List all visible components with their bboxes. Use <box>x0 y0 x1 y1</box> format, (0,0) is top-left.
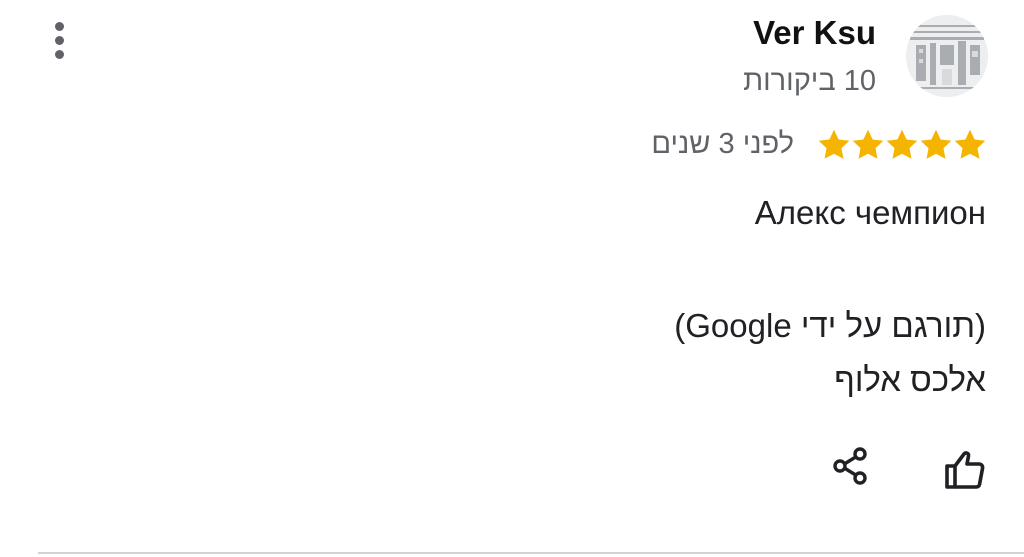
more-vert-icon <box>55 22 64 31</box>
more-options-button[interactable] <box>44 18 76 62</box>
author-name[interactable]: Ver Ksu <box>753 14 876 52</box>
star-icon <box>816 127 852 163</box>
review-time: לפני 3 שנים <box>651 128 794 160</box>
star-icon <box>952 127 988 163</box>
review-card: Ver Ksu 10 ביקורות לפני 3 שנים Алекс чем… <box>0 0 1024 557</box>
star-icon <box>850 127 886 163</box>
more-vert-icon-dot <box>55 36 64 45</box>
thumbs-up-icon <box>945 451 985 489</box>
avatar-image <box>906 15 988 97</box>
star-icon <box>918 127 954 163</box>
rating-stars <box>816 127 988 167</box>
avatar[interactable] <box>906 15 988 97</box>
author-review-count[interactable]: 10 ביקורות <box>743 65 876 98</box>
star-icon <box>884 127 920 163</box>
share-button[interactable] <box>829 444 873 488</box>
translation-note[interactable]: (תורגם על ידי Google) <box>674 307 986 345</box>
translated-text: אלכס אלוף <box>834 361 986 398</box>
more-vert-icon-dot <box>55 50 64 59</box>
like-button[interactable] <box>940 447 990 493</box>
share-icon <box>833 447 867 485</box>
review-text: Алекс чемпион <box>754 194 986 231</box>
divider <box>38 552 1024 554</box>
